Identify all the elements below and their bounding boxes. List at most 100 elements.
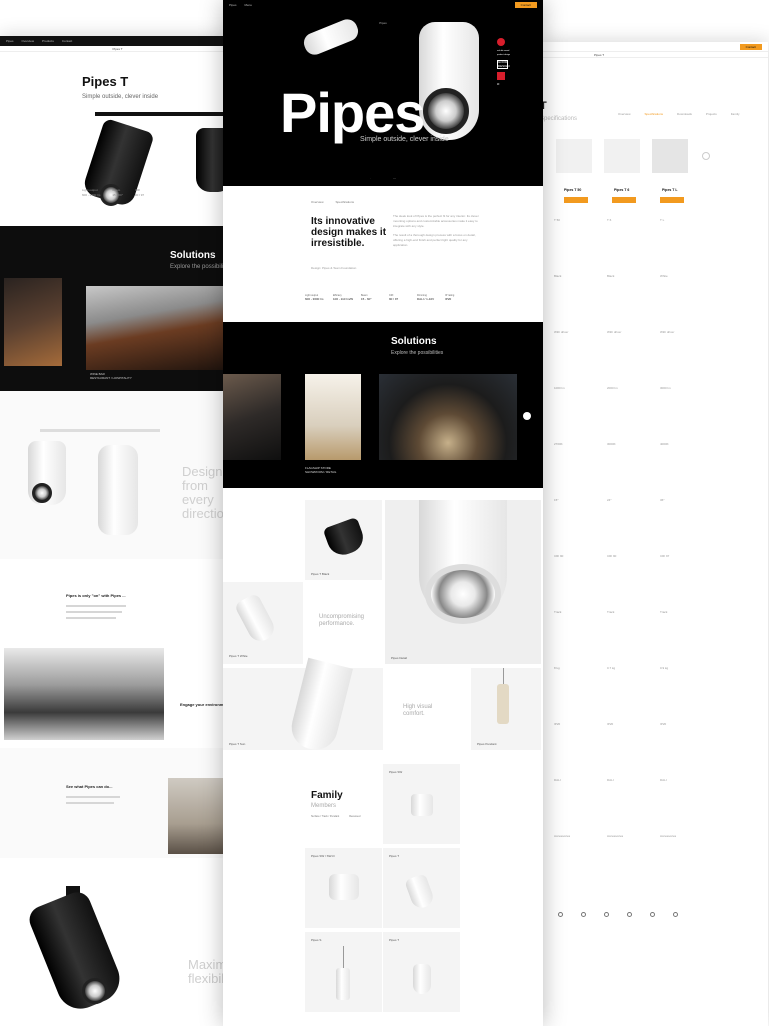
spec-table-row: DALI DALI DALI (554, 778, 714, 782)
carousel-next-button[interactable] (523, 412, 531, 420)
spec-value: 100 - 110 lm/W (333, 297, 354, 301)
solution-photo[interactable] (4, 278, 62, 366)
solution-photo[interactable] (305, 374, 361, 460)
center-nav-item[interactable]: Menu (245, 3, 253, 7)
left-page-preview: Pipes Overview Products Contact Pipes T … (0, 36, 235, 1026)
family-title: Family (311, 790, 343, 801)
text-placeholder-line (66, 611, 122, 613)
download-icon[interactable] (604, 912, 609, 917)
spec-table-cell: Black (607, 274, 615, 278)
spec-table-cell: Accessories (554, 834, 571, 838)
text-placeholder-line (66, 617, 116, 619)
left-nav-item[interactable]: Overview (22, 39, 35, 43)
center-nav-cta[interactable]: Contact (514, 2, 537, 8)
family-card[interactable]: Pipes SW / SW-D (305, 848, 382, 928)
lamp-black-image (322, 516, 368, 560)
family-card[interactable]: Pipes S (305, 932, 382, 1012)
right-tab[interactable]: Overview (618, 112, 631, 116)
right-nav-cta[interactable]: Contact (739, 43, 762, 50)
right-tab[interactable]: Family (731, 112, 740, 116)
left-page-subtitle: Simple outside, clever inside (82, 94, 159, 100)
configure-button[interactable] (612, 197, 636, 203)
pendant-cable (343, 946, 344, 968)
user-icon[interactable] (650, 912, 655, 917)
spec-value: DALI / 1-10V (417, 297, 435, 301)
caption-line: SHOWROOM / RETAIL (305, 470, 337, 474)
family-card[interactable]: Pipes T (383, 848, 460, 928)
gallery-label: Pipes T Sun (229, 742, 246, 746)
right-tab-active[interactable]: Specifications (645, 112, 664, 116)
spec-table-cell: With driver (554, 330, 569, 334)
share-icon[interactable] (627, 912, 632, 917)
family-section: Family Members Surface / Track / Pendant… (223, 750, 543, 1026)
gallery-cell[interactable]: Pipes T Black (305, 500, 382, 580)
spec-table-row: IP20 IP20 IP20 (554, 722, 714, 726)
product-thumbnail[interactable] (652, 139, 688, 173)
center-page-preview: Pipes Menu Contact Pipes Pipes Simple ou… (223, 0, 543, 1026)
spec-table-row: 15° 24° 36° (554, 498, 714, 502)
solutions-subtitle: Explore the possibilities (391, 350, 444, 356)
search-icon[interactable] (581, 912, 586, 917)
left-subnav-item[interactable]: Pipes T (112, 47, 122, 51)
circle-icon[interactable] (558, 912, 563, 917)
spec-table-cell: T L (660, 218, 665, 222)
left-nav-item[interactable]: Pipes (6, 39, 14, 43)
family-link[interactable]: Recessed (349, 815, 360, 818)
left-flex-section: Maximum flexibility (0, 858, 235, 1026)
right-tab[interactable]: Downloads (677, 112, 692, 116)
hero-tab-line[interactable]: — (393, 176, 396, 180)
gallery-cell[interactable]: Pipes Pendant (471, 668, 541, 750)
spec-table-cell: 15° (554, 498, 559, 502)
carousel-next-button[interactable] (702, 152, 710, 160)
configure-button[interactable] (660, 197, 684, 203)
spec-table-cell: Track (660, 610, 668, 614)
family-card[interactable]: Pipes T (383, 932, 460, 1012)
right-page-preview: Contact Pipes T T Specifications Overvie… (540, 42, 768, 1026)
showroom-photo[interactable] (4, 648, 164, 740)
cart-icon[interactable] (673, 912, 678, 917)
spec-table-cell: DALI (607, 778, 614, 782)
family-links: Surface / Track / Pendant Recessed (311, 815, 360, 818)
award-label: iF (497, 82, 500, 86)
hero-tab-dot[interactable]: · (370, 176, 371, 180)
solution-photo[interactable] (223, 374, 281, 460)
left-solutions-section: Solutions Explore the possibilities WINE… (0, 226, 235, 391)
center-nav-item[interactable]: Pipes (229, 3, 237, 7)
product-thumbnail[interactable] (604, 139, 640, 173)
spec-table-row: Track Track Track (554, 610, 714, 614)
spec-table-cell: Accessories (660, 834, 677, 838)
configure-button[interactable] (564, 197, 588, 203)
gallery-cell[interactable]: Pipes T Sun (223, 657, 383, 755)
spec-value: 600 - 3600 lm (305, 297, 324, 301)
left-small-heading: Pipes is only "on" with Pipes ... (66, 593, 126, 598)
awards-column: red dot award product design GOOD DESIGN… (497, 38, 511, 86)
lamp-white-image (411, 794, 433, 816)
center-subnav-item[interactable]: Pipes (379, 21, 387, 25)
intro-tab[interactable]: Overview (311, 200, 324, 204)
solution-photo[interactable] (86, 286, 226, 370)
gallery-cell-large[interactable]: Pipes Detail (385, 500, 541, 664)
gallery-cell[interactable]: Pipes T White (223, 582, 303, 664)
family-card[interactable]: Pipes SW (383, 764, 460, 844)
solution-photo[interactable] (379, 374, 517, 460)
product-thumbnail[interactable] (556, 139, 592, 173)
family-link[interactable]: Surface / Track / Pendant (311, 815, 339, 818)
spec-table-cell: DALI (660, 778, 667, 782)
spec-table-cell: 0.9 kg (660, 666, 669, 670)
spec-table-row: 1000 lm 2000 lm 3000 lm (554, 386, 714, 390)
lamp-white-image (233, 592, 279, 646)
left-nav-item[interactable]: Contact (62, 39, 72, 43)
left-spec-value: 15 - 60° (112, 193, 123, 197)
right-subnav-item[interactable]: Pipes T (594, 53, 604, 57)
spec-item: CRI 90 / 97 (389, 294, 411, 301)
lamp-lens (423, 88, 469, 134)
text-placeholder-line (66, 796, 120, 798)
left-design-section: Design from every direction (0, 391, 235, 559)
left-small-heading: See what Pipes can do... (66, 784, 113, 789)
left-nav-item[interactable]: Products (42, 39, 54, 43)
right-tab[interactable]: Projects (706, 112, 717, 116)
spec-table-row: 8 kg 0.7 kg 0.9 kg (554, 666, 714, 670)
spec-value: 90 / 97 (389, 297, 399, 301)
spec-table-cell: With driver (607, 330, 622, 334)
intro-tab[interactable]: Specifications (336, 200, 355, 204)
